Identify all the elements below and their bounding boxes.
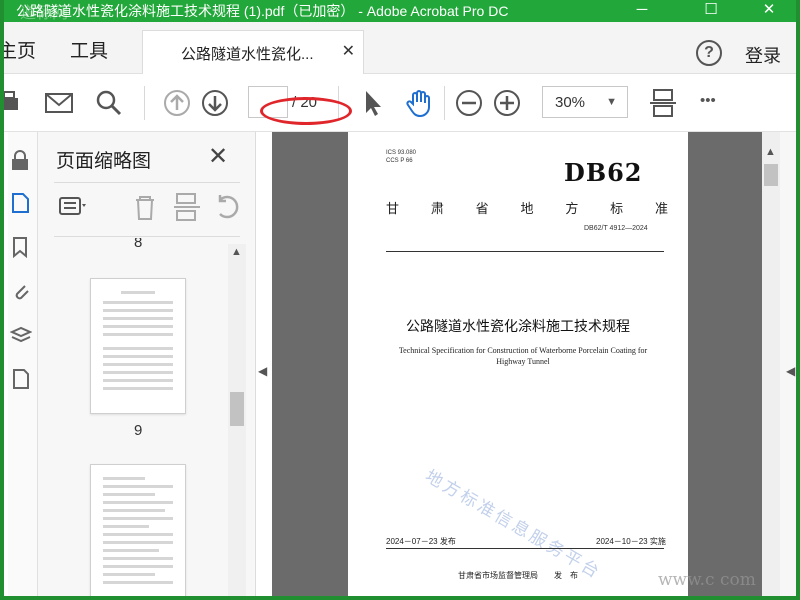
thumbnail-panel: 页面缩略图 ✕ 8 9 ▲ bbox=[38, 132, 256, 596]
toolbar: / 20 30% ▼ ••• bbox=[4, 74, 796, 132]
acrobat-window: 道标网 公路隧道水性瓷化涂料施工技术规程 (1).pdf（已加密） - Adob… bbox=[0, 0, 800, 600]
divider bbox=[54, 236, 240, 237]
thumbnail-page-number: 9 bbox=[134, 422, 143, 439]
search-icon[interactable] bbox=[94, 88, 124, 118]
right-panel-rail: ◀ bbox=[780, 132, 796, 596]
zoom-in-icon[interactable] bbox=[492, 88, 522, 118]
panel-title: 页面缩略图 bbox=[56, 151, 152, 172]
thumbnail-page-number: 8 bbox=[134, 238, 143, 251]
document-title-cn: 公路隧道水性瓷化涂料施工技术规程 bbox=[406, 318, 630, 334]
left-tool-rail bbox=[8, 132, 38, 596]
divider bbox=[386, 251, 664, 252]
attachment-icon[interactable] bbox=[10, 280, 32, 302]
fit-page-icon[interactable] bbox=[648, 88, 678, 118]
tab-bar: 主页 工具 公路隧道水性瓷化... ✕ bbox=[4, 22, 796, 74]
thumbnail-page-9[interactable] bbox=[90, 278, 186, 414]
more-tools-icon[interactable]: ••• bbox=[700, 92, 716, 109]
publish-date: 2024－07－23 发布 bbox=[386, 537, 456, 546]
title-bar: 道标网 公路隧道水性瓷化涂料施工技术规程 (1).pdf（已加密） - Adob… bbox=[4, 0, 796, 22]
trash-icon[interactable] bbox=[130, 192, 160, 222]
maximize-button[interactable]: ☐ bbox=[688, 0, 734, 22]
thumbnail-page-10[interactable] bbox=[90, 464, 186, 596]
ics-code: ICS 93.080 bbox=[386, 150, 417, 156]
minimize-button[interactable]: ─ bbox=[619, 0, 665, 22]
issuer: 甘肃省市场监督管理局 发 布 bbox=[458, 571, 578, 580]
divider bbox=[54, 182, 240, 183]
next-page-icon[interactable] bbox=[200, 88, 230, 118]
hand-tool-icon[interactable] bbox=[404, 88, 434, 118]
collapse-left-panel-icon[interactable]: ◀ bbox=[258, 364, 268, 380]
scroll-up-icon[interactable]: ▲ bbox=[231, 246, 242, 258]
close-tab-icon[interactable]: ✕ bbox=[342, 41, 355, 61]
thumbnail-list: 8 9 bbox=[38, 238, 234, 596]
help-button[interactable]: ? bbox=[696, 40, 722, 66]
expand-right-panel-icon[interactable]: ◀ bbox=[786, 364, 795, 378]
zoom-out-icon[interactable] bbox=[454, 88, 484, 118]
ccs-code: CCS P 66 bbox=[386, 158, 413, 164]
page-thumbnails-icon[interactable] bbox=[10, 192, 32, 214]
scrollbar-thumb[interactable] bbox=[764, 164, 778, 186]
divider bbox=[386, 548, 664, 549]
select-cursor-icon[interactable] bbox=[358, 88, 388, 118]
document-title-en: Technical Specification for Construction… bbox=[398, 346, 648, 366]
thumbnail-options-icon[interactable] bbox=[58, 192, 88, 222]
lock-icon[interactable] bbox=[10, 150, 32, 172]
standard-code: DB62/T 4912—2024 bbox=[584, 225, 648, 232]
extract-page-icon[interactable] bbox=[172, 192, 202, 222]
close-panel-icon[interactable]: ✕ bbox=[208, 142, 228, 171]
bookmark-icon[interactable] bbox=[10, 236, 32, 258]
document-scrollbar[interactable]: ▲ bbox=[762, 132, 780, 596]
document-icon[interactable] bbox=[10, 368, 32, 390]
standard-heading: 甘 肃 省 地 方 标 准 bbox=[386, 201, 668, 216]
tab-tools[interactable]: 工具 bbox=[70, 36, 108, 63]
zoom-value: 30% bbox=[555, 94, 586, 111]
window-title: 公路隧道水性瓷化涂料施工技术规程 (1).pdf（已加密） - Adobe Ac… bbox=[16, 3, 509, 19]
site-watermark-url: www.c com bbox=[658, 570, 756, 590]
thumbnail-scrollbar[interactable]: ▲ bbox=[228, 244, 246, 596]
red-annotation-circle bbox=[260, 97, 352, 125]
layers-icon[interactable] bbox=[10, 324, 32, 346]
email-icon[interactable] bbox=[44, 88, 74, 118]
tab-home[interactable]: 主页 bbox=[4, 36, 36, 63]
pdf-page: ICS 93.080 CCS P 66 DB62 甘 肃 省 地 方 标 准 D… bbox=[348, 132, 688, 596]
toolbar-divider bbox=[444, 86, 445, 120]
login-link[interactable]: 登录 bbox=[745, 42, 781, 68]
chevron-down-icon: ▼ bbox=[606, 96, 617, 108]
scrollbar-thumb[interactable] bbox=[230, 392, 244, 426]
document-tab-label: 公路隧道水性瓷化... bbox=[181, 46, 314, 63]
close-window-button[interactable]: ✕ bbox=[746, 0, 792, 22]
tab-document[interactable]: 公路隧道水性瓷化... ✕ bbox=[142, 30, 364, 74]
zoom-select[interactable]: 30% ▼ bbox=[542, 86, 628, 118]
db-logo: DB62 bbox=[564, 158, 643, 187]
rotate-icon[interactable] bbox=[212, 192, 242, 222]
print-icon[interactable] bbox=[0, 88, 28, 118]
previous-page-icon[interactable] bbox=[162, 88, 192, 118]
implement-date: 2024－10－23 实施 bbox=[596, 537, 666, 546]
toolbar-divider bbox=[144, 86, 145, 120]
scroll-up-icon[interactable]: ▲ bbox=[765, 146, 776, 158]
